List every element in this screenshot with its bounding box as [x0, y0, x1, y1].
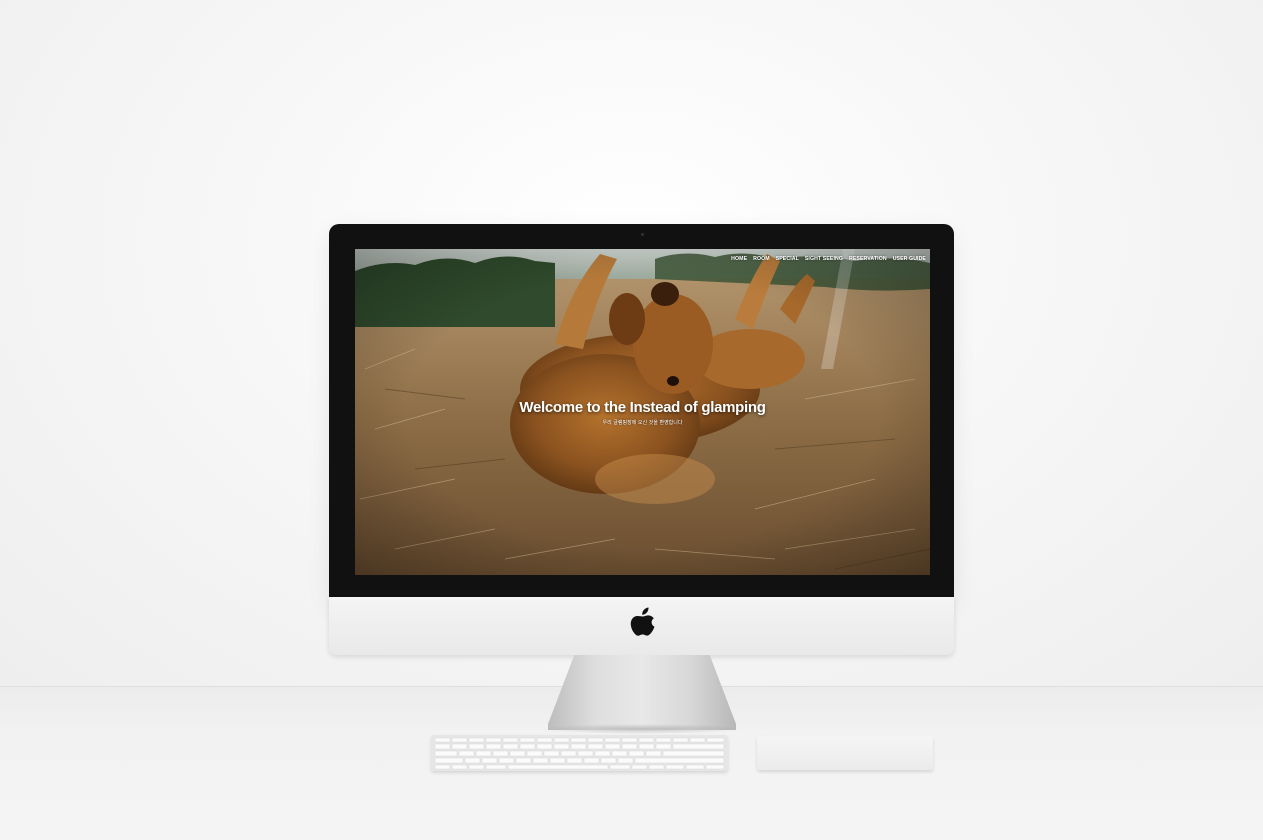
hero-title: Welcome to the Instead of glamping	[519, 399, 766, 416]
nav-item-special[interactable]: SPECIAL	[776, 256, 799, 262]
trackpad	[757, 736, 933, 770]
nav-item-home[interactable]: HOME	[731, 256, 747, 262]
hero-subtitle: 우리 글램핑장에 오신 것을 환영합니다	[602, 420, 683, 426]
nav-item-user-guide[interactable]: USER GUIDE	[893, 256, 926, 262]
website-screen: HOME ROOM SPECIAL SIGHT SEEING RESERVATI…	[355, 249, 930, 575]
main-nav: HOME ROOM SPECIAL SIGHT SEEING RESERVATI…	[731, 256, 926, 262]
imac-stand	[548, 655, 736, 730]
nav-item-room[interactable]: ROOM	[753, 256, 770, 262]
keyboard	[431, 735, 728, 771]
nav-item-reservation[interactable]: RESERVATION	[849, 256, 887, 262]
camera-icon	[641, 233, 644, 236]
stand-shadow	[540, 724, 744, 734]
mockup-scene: HOME ROOM SPECIAL SIGHT SEEING RESERVATI…	[0, 0, 1263, 840]
apple-logo-icon	[630, 607, 655, 636]
nav-item-sight-seeing[interactable]: SIGHT SEEING	[805, 256, 843, 262]
